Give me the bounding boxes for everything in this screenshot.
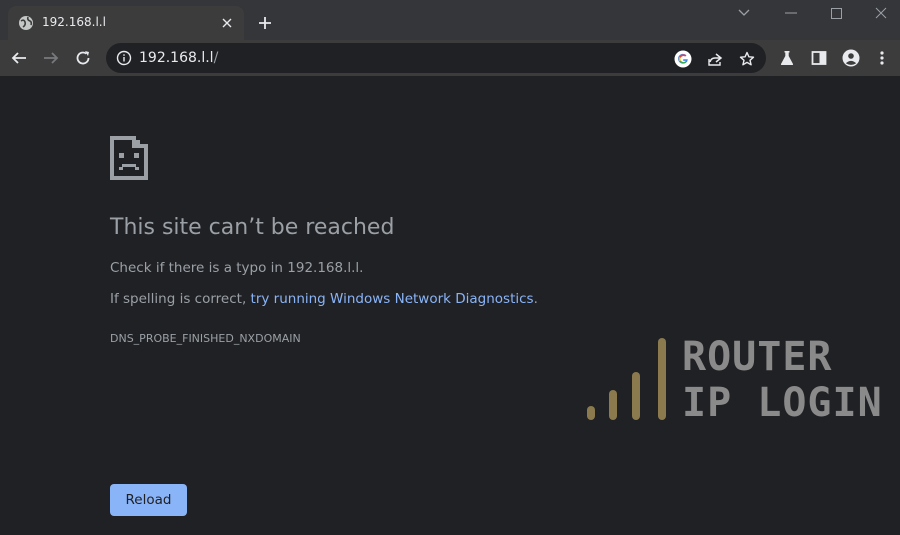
diagnostics-prefix: If spelling is correct, xyxy=(110,291,251,307)
minimize-icon[interactable] xyxy=(780,2,802,24)
share-icon[interactable] xyxy=(706,50,724,68)
back-button[interactable] xyxy=(7,46,31,70)
refresh-icon xyxy=(76,51,90,65)
diagnostics-link[interactable]: try running Windows Network Diagnostics xyxy=(251,291,534,307)
forward-button[interactable] xyxy=(39,46,63,70)
diagnostics-hint-text: If spelling is correct, try running Wind… xyxy=(110,291,538,307)
reload-toolbar-button[interactable] xyxy=(71,46,95,70)
error-code: DNS_PROBE_FINISHED_NXDOMAIN xyxy=(110,332,301,345)
new-tab-button[interactable] xyxy=(254,12,276,34)
info-icon[interactable] xyxy=(116,50,132,66)
close-tab-icon[interactable] xyxy=(218,14,236,32)
tab-strip: 192.168.l.l xyxy=(0,0,900,40)
watermark-line-2: IP LOGIN xyxy=(682,380,883,426)
maximize-icon[interactable] xyxy=(825,2,847,24)
kebab-menu-icon[interactable] xyxy=(873,49,891,67)
browser-toolbar: 192.168.l.l/ xyxy=(0,40,900,76)
error-page: This site can’t be reached Check if ther… xyxy=(0,76,900,535)
diagnostics-suffix: . xyxy=(533,291,538,307)
arrow-right-icon xyxy=(44,52,59,64)
side-panel-icon[interactable] xyxy=(810,49,828,67)
signal-bars-logo-icon xyxy=(587,338,666,420)
browser-tab[interactable]: 192.168.l.l xyxy=(8,6,244,40)
address-bar[interactable]: 192.168.l.l/ xyxy=(106,43,766,73)
url-host: 192.168.l.l xyxy=(139,50,214,66)
sad-page-icon xyxy=(110,136,148,180)
error-title: This site can’t be reached xyxy=(110,215,395,240)
close-window-icon[interactable] xyxy=(870,2,892,24)
url-path: / xyxy=(213,50,219,66)
bookmark-star-icon[interactable] xyxy=(738,50,756,68)
typo-hint-text: Check if there is a typo in 192.168.l.l. xyxy=(110,260,364,276)
tab-title: 192.168.l.l xyxy=(42,15,106,29)
tab-search-chevron-icon[interactable] xyxy=(733,2,755,24)
google-lens-icon[interactable] xyxy=(674,50,692,68)
globe-icon xyxy=(19,16,33,30)
profile-avatar-icon[interactable] xyxy=(842,49,860,67)
watermark-line-1: ROUTER xyxy=(682,334,833,380)
url-text[interactable]: 192.168.l.l/ xyxy=(139,50,218,66)
arrow-left-icon xyxy=(11,52,26,64)
reload-button[interactable]: Reload xyxy=(110,484,187,516)
labs-flask-icon[interactable] xyxy=(778,49,796,67)
